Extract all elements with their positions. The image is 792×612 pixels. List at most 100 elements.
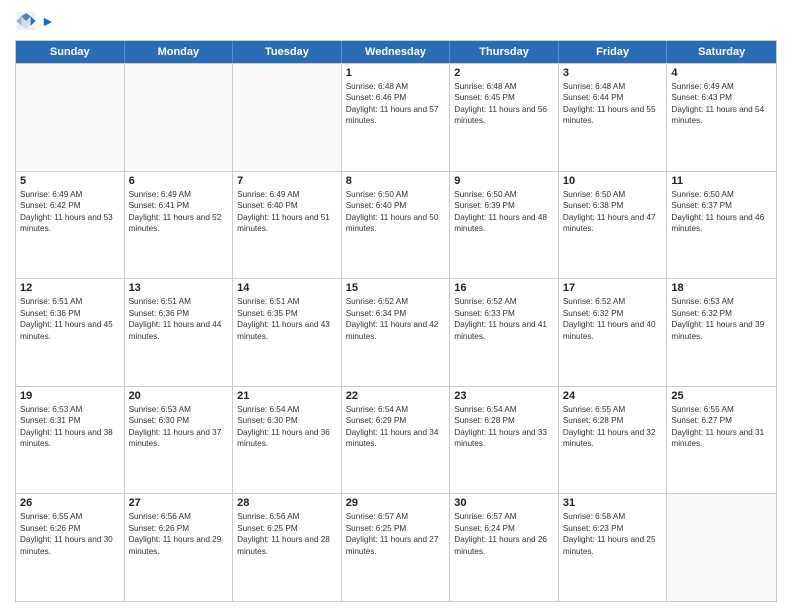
cell-info: Sunrise: 6:52 AM Sunset: 6:33 PM Dayligh… xyxy=(454,296,554,342)
calendar-cell: 24 Sunrise: 6:55 AM Sunset: 6:28 PM Dayli… xyxy=(559,387,668,494)
cell-info: Sunrise: 6:48 AM Sunset: 6:44 PM Dayligh… xyxy=(563,81,663,127)
day-number: 28 xyxy=(237,497,337,509)
calendar-cell: 26Sunrise: 6:55 AM Sunset: 6:26 PM Dayli… xyxy=(16,494,125,601)
day-number: 11 xyxy=(671,175,772,187)
day-number: 24 xyxy=(563,390,663,402)
calendar-cell: 22Sunrise: 6:54 AM Sunset: 6:29 PM Dayli… xyxy=(342,387,451,494)
cell-info: Sunrise: 6:48 AM Sunset: 6:46 PM Dayligh… xyxy=(346,81,446,127)
day-number: 20 xyxy=(129,390,229,402)
calendar-cell: 12 Sunrise: 6:51 AM Sunset: 6:36 PM Dayli… xyxy=(16,279,125,386)
cell-info: Sunrise: 6:49 AM Sunset: 6:40 PM Dayligh… xyxy=(237,189,337,235)
cell-info: Sunrise: 6:57 AM Sunset: 6:25 PM Dayligh… xyxy=(346,511,446,557)
logo-text: ► xyxy=(41,13,55,30)
calendar-cell xyxy=(16,64,125,171)
cell-info: Sunrise: 6:49 AM Sunset: 6:41 PM Dayligh… xyxy=(129,189,229,235)
logo-icon xyxy=(15,10,37,32)
cell-info: Sunrise: 6:53 AM Sunset: 6:30 PM Dayligh… xyxy=(129,404,229,450)
day-number: 10 xyxy=(563,175,663,187)
calendar-cell: 6 Sunrise: 6:49 AM Sunset: 6:41 PM Daylig… xyxy=(125,172,234,279)
day-number: 1 xyxy=(346,67,446,79)
day-number: 27 xyxy=(129,497,229,509)
cell-info: Sunrise: 6:51 AM Sunset: 6:35 PM Dayligh… xyxy=(237,296,337,342)
calendar-cell: 9Sunrise: 6:50 AM Sunset: 6:39 PM Daylig… xyxy=(450,172,559,279)
day-number: 16 xyxy=(454,282,554,294)
calendar-row-3: 12 Sunrise: 6:51 AM Sunset: 6:36 PM Dayli… xyxy=(16,278,776,386)
calendar-cell: 16 Sunrise: 6:52 AM Sunset: 6:33 PM Dayli… xyxy=(450,279,559,386)
logo: ► xyxy=(15,10,55,32)
calendar-cell: 31 Sunrise: 6:58 AM Sunset: 6:23 PM Dayli… xyxy=(559,494,668,601)
day-number: 12 xyxy=(20,282,120,294)
day-number: 25 xyxy=(671,390,772,402)
weekday-header-friday: Friday xyxy=(559,41,668,63)
calendar-cell: 15 Sunrise: 6:52 AM Sunset: 6:34 PM Dayli… xyxy=(342,279,451,386)
weekday-header-tuesday: Tuesday xyxy=(233,41,342,63)
day-number: 31 xyxy=(563,497,663,509)
day-number: 4 xyxy=(671,67,772,79)
cell-info: Sunrise: 6:51 AM Sunset: 6:36 PM Dayligh… xyxy=(129,296,229,342)
calendar-cell: 5Sunrise: 6:49 AM Sunset: 6:42 PM Daylig… xyxy=(16,172,125,279)
calendar-cell: 17 Sunrise: 6:52 AM Sunset: 6:32 PM Dayli… xyxy=(559,279,668,386)
calendar-cell: 21Sunrise: 6:54 AM Sunset: 6:30 PM Dayli… xyxy=(233,387,342,494)
cell-info: Sunrise: 6:50 AM Sunset: 6:39 PM Dayligh… xyxy=(454,189,554,235)
calendar-cell: 25 Sunrise: 6:55 AM Sunset: 6:27 PM Dayli… xyxy=(667,387,776,494)
cell-info: Sunrise: 6:53 AM Sunset: 6:31 PM Dayligh… xyxy=(20,404,120,450)
calendar-row-1: 1 Sunrise: 6:48 AM Sunset: 6:46 PM Daylig… xyxy=(16,63,776,171)
cell-info: Sunrise: 6:55 AM Sunset: 6:27 PM Dayligh… xyxy=(671,404,772,450)
calendar-cell: 23Sunrise: 6:54 AM Sunset: 6:28 PM Dayli… xyxy=(450,387,559,494)
cell-info: Sunrise: 6:52 AM Sunset: 6:32 PM Dayligh… xyxy=(563,296,663,342)
cell-info: Sunrise: 6:48 AM Sunset: 6:45 PM Dayligh… xyxy=(454,81,554,127)
weekday-header-thursday: Thursday xyxy=(450,41,559,63)
calendar-cell: 4 Sunrise: 6:49 AM Sunset: 6:43 PM Daylig… xyxy=(667,64,776,171)
calendar-body: 1 Sunrise: 6:48 AM Sunset: 6:46 PM Daylig… xyxy=(16,63,776,601)
day-number: 5 xyxy=(20,175,120,187)
calendar-cell: 18Sunrise: 6:53 AM Sunset: 6:32 PM Dayli… xyxy=(667,279,776,386)
calendar-cell: 27 Sunrise: 6:56 AM Sunset: 6:26 PM Dayli… xyxy=(125,494,234,601)
cell-info: Sunrise: 6:50 AM Sunset: 6:38 PM Dayligh… xyxy=(563,189,663,235)
cell-info: Sunrise: 6:56 AM Sunset: 6:25 PM Dayligh… xyxy=(237,511,337,557)
day-number: 8 xyxy=(346,175,446,187)
calendar-cell: 19 Sunrise: 6:53 AM Sunset: 6:31 PM Dayli… xyxy=(16,387,125,494)
calendar-cell: 7Sunrise: 6:49 AM Sunset: 6:40 PM Daylig… xyxy=(233,172,342,279)
calendar-row-4: 19 Sunrise: 6:53 AM Sunset: 6:31 PM Dayli… xyxy=(16,386,776,494)
calendar-cell: 10 Sunrise: 6:50 AM Sunset: 6:38 PM Dayli… xyxy=(559,172,668,279)
day-number: 15 xyxy=(346,282,446,294)
day-number: 6 xyxy=(129,175,229,187)
cell-info: Sunrise: 6:53 AM Sunset: 6:32 PM Dayligh… xyxy=(671,296,772,342)
calendar: SundayMondayTuesdayWednesdayThursdayFrid… xyxy=(15,40,777,602)
calendar-row-5: 26Sunrise: 6:55 AM Sunset: 6:26 PM Dayli… xyxy=(16,493,776,601)
calendar-cell: 3Sunrise: 6:48 AM Sunset: 6:44 PM Daylig… xyxy=(559,64,668,171)
cell-info: Sunrise: 6:49 AM Sunset: 6:43 PM Dayligh… xyxy=(671,81,772,127)
day-number: 22 xyxy=(346,390,446,402)
cell-info: Sunrise: 6:57 AM Sunset: 6:24 PM Dayligh… xyxy=(454,511,554,557)
header: ► xyxy=(15,10,777,32)
calendar-cell: 14 Sunrise: 6:51 AM Sunset: 6:35 PM Dayli… xyxy=(233,279,342,386)
cell-info: Sunrise: 6:58 AM Sunset: 6:23 PM Dayligh… xyxy=(563,511,663,557)
cell-info: Sunrise: 6:50 AM Sunset: 6:37 PM Dayligh… xyxy=(671,189,772,235)
calendar-cell xyxy=(233,64,342,171)
day-number: 29 xyxy=(346,497,446,509)
cell-info: Sunrise: 6:55 AM Sunset: 6:26 PM Dayligh… xyxy=(20,511,120,557)
calendar-cell xyxy=(125,64,234,171)
calendar-cell: 20 Sunrise: 6:53 AM Sunset: 6:30 PM Dayli… xyxy=(125,387,234,494)
calendar-cell: 13 Sunrise: 6:51 AM Sunset: 6:36 PM Dayli… xyxy=(125,279,234,386)
cell-info: Sunrise: 6:51 AM Sunset: 6:36 PM Dayligh… xyxy=(20,296,120,342)
day-number: 14 xyxy=(237,282,337,294)
cell-info: Sunrise: 6:55 AM Sunset: 6:28 PM Dayligh… xyxy=(563,404,663,450)
calendar-cell: 29 Sunrise: 6:57 AM Sunset: 6:25 PM Dayli… xyxy=(342,494,451,601)
logo-blue-icon: ► xyxy=(41,13,55,29)
day-number: 30 xyxy=(454,497,554,509)
page: ► SundayMondayTuesdayWednesdayThursdayFr… xyxy=(0,0,792,612)
day-number: 17 xyxy=(563,282,663,294)
cell-info: Sunrise: 6:50 AM Sunset: 6:40 PM Dayligh… xyxy=(346,189,446,235)
calendar-cell xyxy=(667,494,776,601)
cell-info: Sunrise: 6:54 AM Sunset: 6:28 PM Dayligh… xyxy=(454,404,554,450)
weekday-header-monday: Monday xyxy=(125,41,234,63)
calendar-cell: 2Sunrise: 6:48 AM Sunset: 6:45 PM Daylig… xyxy=(450,64,559,171)
calendar-cell: 30 Sunrise: 6:57 AM Sunset: 6:24 PM Dayli… xyxy=(450,494,559,601)
day-number: 19 xyxy=(20,390,120,402)
calendar-header: SundayMondayTuesdayWednesdayThursdayFrid… xyxy=(16,41,776,63)
calendar-cell: 11 Sunrise: 6:50 AM Sunset: 6:37 PM Dayli… xyxy=(667,172,776,279)
day-number: 13 xyxy=(129,282,229,294)
cell-info: Sunrise: 6:52 AM Sunset: 6:34 PM Dayligh… xyxy=(346,296,446,342)
cell-info: Sunrise: 6:56 AM Sunset: 6:26 PM Dayligh… xyxy=(129,511,229,557)
